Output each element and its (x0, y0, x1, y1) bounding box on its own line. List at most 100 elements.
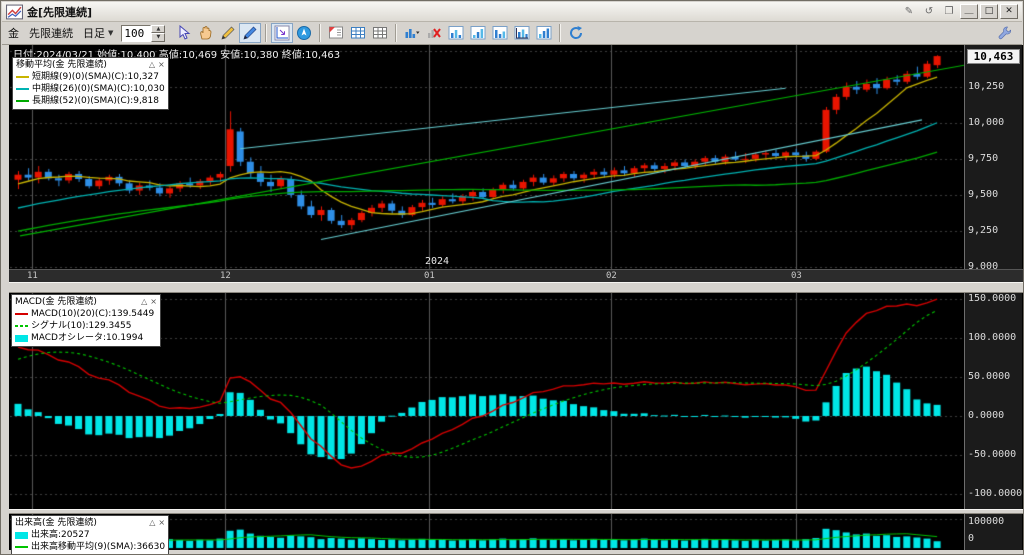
window-title: 金[先限連続] (27, 5, 93, 19)
titlebar[interactable]: 金[先限連続] ✎ ↺ ❐ ＿ □ ✕ (2, 2, 1022, 22)
crosshair-chart-icon[interactable] (271, 23, 294, 43)
toolbar: 金 先限連続 日足 ▼ ▲ ▼ (2, 22, 1022, 45)
legend-row: 出来高移動平均(9)(SMA):36630 (15, 541, 165, 553)
ma-legend[interactable]: 移動平均(金 先限連続) △ × 短期線(9)(0)(SMA)(C):10,327 中期… (12, 57, 169, 110)
wrench-icon[interactable] (994, 23, 1016, 43)
sync-window-icon[interactable]: ↺ (920, 4, 938, 19)
pencil-icon[interactable] (217, 23, 239, 43)
volume-tick: 0 (968, 533, 975, 544)
legend-title: 移動平均(金 先限連続) (16, 60, 107, 70)
chart-area: 10,463 10,250 10,000 9,750 9,500 9,250 9,000 … (9, 45, 1023, 554)
legend-minimize-icon[interactable]: △ (149, 517, 155, 529)
legend-row: シグナル(10):129.3455 (15, 320, 157, 332)
chart-style-5-icon[interactable] (533, 23, 555, 43)
grid-plain-icon[interactable] (369, 23, 391, 43)
legend-swatch (15, 310, 28, 318)
panel-settings-icon[interactable] (325, 23, 347, 43)
legend-row: 長期線(52)(0)(SMA)(C):9,818 (16, 95, 165, 107)
price-tick: 9,500 (968, 188, 999, 200)
pane-splitter[interactable] (9, 282, 1023, 293)
price-tick: 10,250 (968, 80, 1005, 92)
legend-value: 長期線(52)(0)(SMA)(C):9,818 (32, 96, 159, 106)
annotate-icon[interactable]: ✎ (900, 4, 918, 19)
series-label[interactable]: 先限連続 (29, 25, 73, 41)
volume-tick: 100000 (968, 516, 1005, 527)
legend-minimize-icon[interactable]: △ (149, 59, 155, 71)
bar-count-stepper: ▲ ▼ (121, 24, 166, 42)
legend-value: 出来高移動平均(9)(SMA):36630 (31, 542, 166, 552)
legend-row: 短期線(9)(0)(SMA)(C):10,327 (16, 71, 165, 83)
macd-tick: -100.0000 (968, 488, 1022, 499)
month-label: 01 (424, 271, 435, 281)
legend-close-icon[interactable]: × (158, 59, 165, 71)
hand-pan-icon[interactable] (195, 23, 217, 43)
compass-icon[interactable] (293, 23, 315, 43)
legend-swatch (15, 531, 28, 539)
price-tick: 9,750 (968, 152, 999, 164)
popout-window-icon[interactable]: ❐ (940, 4, 958, 19)
select-cursor-icon[interactable] (173, 23, 195, 43)
month-label: 12 (220, 271, 231, 281)
close-button[interactable]: ✕ (1000, 4, 1018, 19)
toolbar-separator (265, 24, 268, 42)
chevron-down-icon: ▼ (108, 29, 114, 37)
grid-blue-icon[interactable] (347, 23, 369, 43)
toolbar-separator (319, 24, 322, 42)
last-price-box: 10,463 (967, 49, 1020, 64)
price-tick: 9,000 (968, 260, 999, 269)
chart-style-1-icon[interactable] (445, 23, 467, 43)
date-axis[interactable]: 11 12 01 02 03 (9, 269, 1023, 282)
toolbar-separator (559, 24, 562, 42)
legend-swatch (16, 97, 29, 105)
application-window: 金[先限連続] ✎↺❐ ＿□✕ 金 先限連続 日足 ▼ ▲ ▼ 10,463 1… (0, 0, 1024, 555)
instrument-label[interactable]: 金 (8, 25, 19, 41)
legend-swatch (15, 543, 28, 551)
price-tick: 10,000 (968, 116, 1005, 128)
legend-value: 出来高:20527 (31, 530, 90, 540)
chart-frame: 10,463 10,250 10,000 9,750 9,500 9,250 9,000 … (2, 45, 1023, 554)
macd-tick: 50.0000 (968, 371, 1011, 382)
price-axis[interactable]: 10,463 10,250 10,000 9,750 9,500 9,250 9,000 (964, 45, 1022, 269)
price-tick: 9,250 (968, 224, 999, 236)
legend-value: MACD(10)(20)(C):139.5449 (31, 309, 155, 319)
legend-row: MACD(10)(20)(C):139.5449 (15, 308, 157, 320)
draw-line-icon[interactable] (239, 23, 262, 43)
chart-style-3-icon[interactable] (489, 23, 511, 43)
legend-swatch (15, 322, 28, 330)
legend-value: 中期線(26)(0)(SMA)(C):10,030 (32, 84, 165, 94)
macd-tick: 0.0000 (968, 410, 1005, 421)
legend-swatch (16, 85, 29, 93)
chart-style-2-icon[interactable] (467, 23, 489, 43)
legend-title: 出来高(金 先限連続) (15, 518, 97, 528)
histogram-menu-icon[interactable] (401, 23, 423, 43)
legend-swatch (15, 334, 28, 342)
minimize-button[interactable]: ＿ (960, 4, 978, 19)
legend-value: シグナル(10):129.3455 (31, 321, 132, 331)
legend-close-icon[interactable]: × (150, 296, 157, 308)
stepper-up-button[interactable]: ▲ (151, 24, 166, 33)
reload-icon[interactable] (565, 23, 587, 43)
volume-legend[interactable]: 出来高(金 先限連続) △ × 出来高:20527 出来高移動平均(9)(SMA):36… (11, 515, 170, 554)
macd-legend[interactable]: MACD(金 先限連続) △ × MACD(10)(20)(C):139.5449 シグ… (11, 294, 161, 347)
legend-minimize-icon[interactable]: △ (141, 296, 147, 308)
month-label: 02 (606, 271, 617, 281)
month-label: 11 (27, 271, 38, 281)
stepper-down-button[interactable]: ▼ (151, 33, 166, 42)
legend-swatch (16, 73, 29, 81)
delete-indicator-icon[interactable] (423, 23, 445, 43)
maximize-button[interactable]: □ (980, 4, 998, 19)
legend-value: 短期線(9)(0)(SMA)(C):10,327 (32, 72, 159, 82)
legend-row: 出来高:20527 (15, 529, 165, 541)
bar-count-input[interactable] (121, 24, 152, 42)
legend-title: MACD(金 先限連続) (15, 297, 97, 307)
timeframe-dropdown[interactable]: 日足 ▼ (83, 25, 113, 41)
macd-tick: 100.0000 (968, 332, 1017, 343)
legend-row: MACDオシレータ:10.1994 (15, 332, 157, 344)
chart-style-4-icon[interactable] (511, 23, 533, 43)
volume-axis[interactable]: 100000 0 (964, 514, 1022, 550)
macd-axis[interactable]: 150.0000 100.0000 50.0000 0.0000 -50.0000 -10… (964, 293, 1022, 509)
macd-tick: -50.0000 (968, 449, 1017, 460)
legend-close-icon[interactable]: × (158, 517, 165, 529)
macd-tick: 150.0000 (968, 293, 1017, 304)
legend-value: MACDオシレータ:10.1994 (31, 333, 144, 343)
